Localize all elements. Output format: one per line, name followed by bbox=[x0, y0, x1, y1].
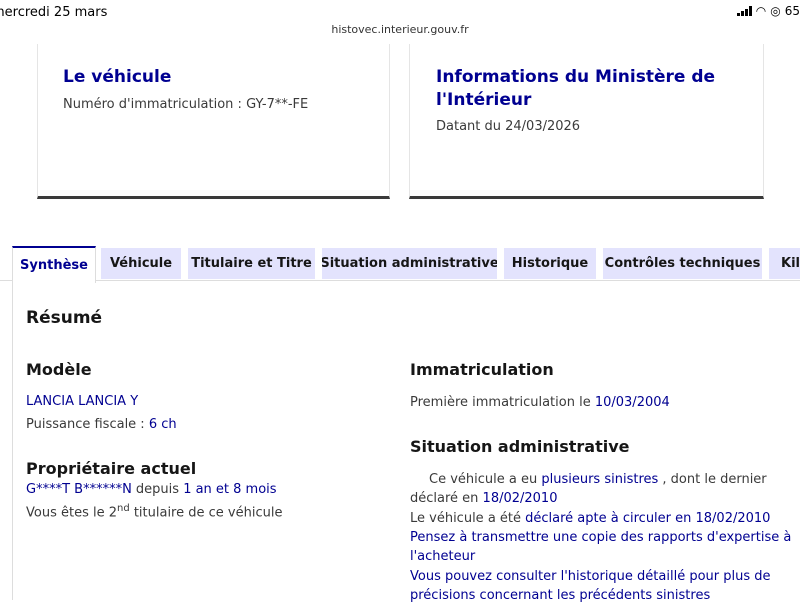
tab-synthese[interactable]: Synthèse bbox=[12, 246, 96, 283]
owner-line: G****T B******N depuis 1 an et 8 mois bbox=[26, 480, 277, 499]
summary-title: Résumé bbox=[26, 308, 103, 328]
claims-link[interactable]: plusieurs sinistres bbox=[541, 472, 658, 487]
ministry-card-title-line1: Informations du Ministère de bbox=[436, 67, 716, 87]
fiscal-power: Puissance fiscale : 6 ch bbox=[26, 415, 177, 434]
owner-heading: Propriétaire actuel bbox=[26, 459, 197, 478]
advice-line-2[interactable]: l'acheteur bbox=[410, 547, 475, 566]
ministry-card: Informations du Ministère de l'Intérieur… bbox=[409, 44, 764, 199]
owner-rank-sup: nd bbox=[117, 503, 130, 514]
tab-controles-techniques[interactable]: Contrôles techniques bbox=[603, 248, 762, 279]
owner-since-label: depuis bbox=[131, 482, 184, 497]
fiscal-power-value: 6 ch bbox=[148, 417, 177, 432]
registration-heading: Immatriculation bbox=[410, 360, 554, 379]
declared-date: 18/02/2010 bbox=[482, 491, 558, 506]
ministry-card-title-line2: l'Intérieur bbox=[436, 90, 532, 110]
address-bar-url[interactable]: histovec.interieur.gouv.fr bbox=[0, 23, 800, 36]
fit-prefix: Le véhicule a été bbox=[410, 511, 526, 526]
declared-line: déclaré en 18/02/2010 bbox=[410, 489, 557, 508]
first-registration: Première immatriculation le 10/03/2004 bbox=[410, 393, 670, 412]
first-registration-date: 10/03/2004 bbox=[594, 395, 670, 410]
vehicle-card: Le véhicule Numéro d'immatriculation : G… bbox=[37, 44, 390, 199]
ministry-data-date: Datant du 24/03/2026 bbox=[436, 119, 581, 134]
battery-percentage: 65 bbox=[784, 4, 800, 18]
fiscal-power-label: Puissance fiscale : bbox=[26, 417, 149, 432]
vehicle-card-title: Le véhicule bbox=[63, 67, 172, 87]
model-heading: Modèle bbox=[26, 360, 92, 379]
orientation-lock-icon: ◎ bbox=[770, 4, 781, 18]
claims-prefix: Ce véhicule a eu bbox=[429, 472, 542, 487]
tab-historique[interactable]: Historique bbox=[504, 248, 596, 279]
claims-suffix: , dont le dernier bbox=[658, 472, 767, 487]
signal-icon bbox=[736, 6, 752, 16]
tab-titulaire-titre[interactable]: Titulaire et Titre bbox=[188, 248, 315, 279]
owner-rank: Vous êtes le 2nd titulaire de ce véhicul… bbox=[26, 499, 282, 522]
owner-rank-suffix: titulaire de ce véhicule bbox=[129, 505, 283, 521]
tab-situation-administrative[interactable]: Situation administrative bbox=[322, 248, 497, 279]
browser-status-bar: mercredi 25 mars histovec.interieur.gouv… bbox=[0, 0, 800, 44]
history-link-line-2[interactable]: précisions concernant les précédents sin… bbox=[410, 586, 710, 605]
fit-link[interactable]: déclaré apte à circuler en 18/02/2010 bbox=[525, 511, 770, 526]
synthese-panel: Résumé Modèle LANCIA LANCIA Y Puissance … bbox=[12, 280, 800, 603]
declared-label: déclaré en bbox=[410, 491, 483, 506]
admin-heading: Situation administrative bbox=[410, 437, 630, 456]
owner-name: G****T B******N bbox=[26, 482, 132, 497]
status-icons: ◠ ◎ 65 bbox=[736, 4, 800, 18]
wifi-icon: ◠ bbox=[755, 4, 767, 18]
tab-kilometrage[interactable]: Kilo bbox=[769, 248, 800, 279]
claims-line: Ce véhicule a eu plusieurs sinistres , d… bbox=[429, 470, 767, 489]
owner-duration: 1 an et 8 mois bbox=[183, 482, 277, 497]
first-registration-label: Première immatriculation le bbox=[410, 395, 595, 410]
fit-line: Le véhicule a été déclaré apte à circule… bbox=[410, 509, 770, 528]
model-name: LANCIA LANCIA Y bbox=[26, 394, 139, 409]
advice-line-1[interactable]: Pensez à transmettre une copie des rappo… bbox=[410, 528, 791, 547]
plate-number: Numéro d'immatriculation : GY-7**-FE bbox=[63, 97, 309, 112]
history-link-line-1[interactable]: Vous pouvez consulter l'historique détai… bbox=[410, 567, 771, 586]
tab-vehicule[interactable]: Véhicule bbox=[101, 248, 181, 279]
tab-bar: Synthèse Véhicule Titulaire et Titre Sit… bbox=[0, 246, 800, 283]
owner-rank-prefix: Vous êtes le 2 bbox=[26, 505, 117, 521]
status-date: mercredi 25 mars bbox=[0, 5, 108, 20]
